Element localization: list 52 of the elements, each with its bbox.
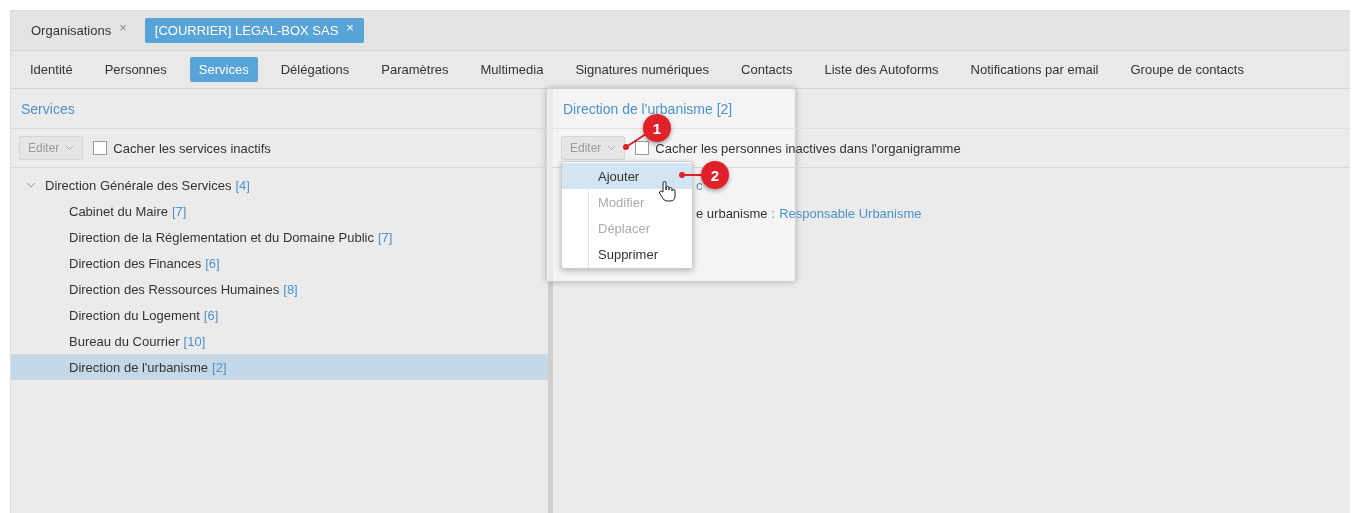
tree-row[interactable]: Direction Générale des Services [4]	[11, 172, 548, 198]
count-label: [7]	[172, 203, 187, 219]
nav-tab[interactable]: Notifications par email	[961, 57, 1108, 82]
count-label: [10]	[183, 333, 206, 349]
menu-item[interactable]: Supprimer	[562, 241, 692, 267]
tree-row[interactable]: Cabinet du Maire [7]	[11, 198, 548, 224]
count-label: [6]	[203, 307, 219, 323]
checkbox-label: Cacher les services inactifs	[113, 140, 271, 156]
tree-row[interactable]: Direction de l'urbanisme [2]	[11, 354, 548, 380]
tree-row[interactable]: Direction des Ressources Humaines [8]	[11, 276, 548, 302]
tree-label: Direction des Ressources Humaines	[69, 281, 280, 297]
tree-label: Direction des Finances	[69, 255, 202, 271]
nav-tab[interactable]: Contacts	[732, 57, 802, 82]
nav-tab[interactable]: Identité	[21, 57, 82, 82]
count-label: [8]	[283, 281, 298, 297]
nav-tab[interactable]: Délégations	[271, 57, 359, 82]
checkbox[interactable]	[93, 141, 108, 155]
nav-tab[interactable]: Multimedia	[471, 57, 553, 82]
checkbox-label: Cacher les personnes inactives dans l'organigramme	[655, 140, 961, 156]
tree-row[interactable]: Direction de la Réglementation et du Domaine Public [7]	[11, 224, 548, 250]
checkbox[interactable]	[635, 141, 650, 155]
panel-title: Services	[21, 100, 75, 117]
chevron-icon[interactable]	[26, 181, 36, 189]
count-label: [2]	[212, 359, 227, 375]
menu-item[interactable]: Ajouter	[562, 163, 692, 189]
step-marker: 1	[643, 114, 671, 142]
count-label: [7]	[377, 229, 393, 245]
count-label: [4]	[235, 177, 250, 193]
caret-icon	[607, 145, 617, 151]
tree-row[interactable]: Direction des Finances [6]	[11, 250, 548, 276]
tree-label: Direction de l'urbanisme	[69, 359, 209, 375]
tree-label: Cabinet du Maire	[69, 203, 168, 219]
tree-label: Direction du Logement	[69, 307, 200, 323]
leader-line	[623, 132, 647, 150]
separator: :	[771, 206, 776, 221]
detail-label: e urbanisme	[696, 206, 768, 221]
tree-label: Direction de la Réglementation et du Domaine Public	[69, 229, 374, 245]
panel-title: Direction de l'urbanisme [2]	[563, 100, 733, 117]
hand-cursor-icon	[658, 180, 676, 202]
tree-row[interactable]: Direction du Logement [6]	[11, 302, 548, 328]
tree-label: Bureau du Courrier	[69, 333, 180, 349]
nav-tab[interactable]: Paramètres	[372, 57, 458, 82]
tree-label: Direction Générale des Services	[45, 177, 232, 193]
tree-row[interactable]: Bureau du Courrier [10]	[11, 328, 548, 354]
nav-tab[interactable]: Groupe de contacts	[1121, 57, 1253, 82]
nav-tab[interactable]: Liste des Autoforms	[815, 57, 948, 82]
step-marker: 2	[701, 161, 729, 189]
count-label: [6]	[205, 255, 220, 271]
nav-tab[interactable]: Signatures numériques	[566, 57, 719, 82]
nav-tab[interactable]: Personnes	[95, 57, 176, 82]
caret-icon	[65, 145, 75, 151]
tab[interactable]: Organisations ×	[21, 18, 137, 43]
